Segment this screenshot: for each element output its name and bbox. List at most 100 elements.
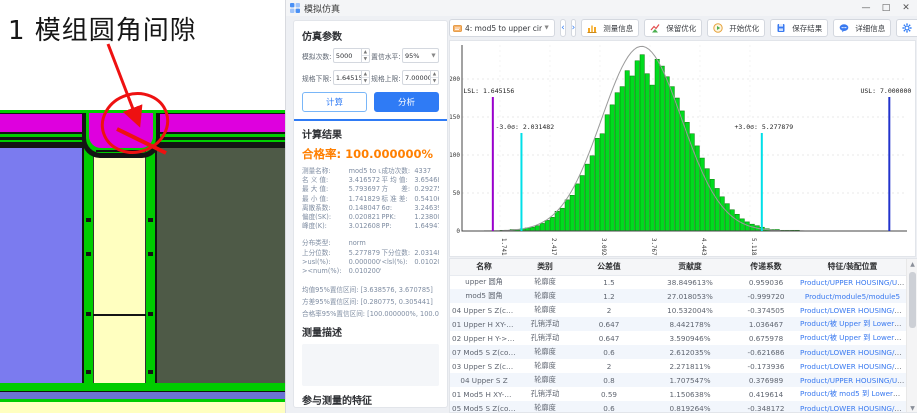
sim-count-input[interactable]: 5000 ▲ ▼ (332, 48, 370, 63)
sim-count-stepper[interactable]: ▲ ▼ (360, 49, 369, 62)
scroll-down-icon[interactable]: ▼ (907, 403, 917, 412)
stat-value: 0.000000% (348, 257, 382, 266)
table-row[interactable]: 01 Mod5 H XY->01 M... 孔销浮动 0.59 1.150638% 0.… (450, 387, 907, 401)
stat-value: 0.020821 (348, 213, 381, 222)
table-cell: 0.419614 (748, 389, 784, 399)
stat-label: 方 差: (381, 185, 411, 194)
measure-info-button[interactable]: 测量信息 (581, 19, 640, 37)
maximize-button[interactable]: □ (876, 0, 896, 16)
cad-fillet-zipper-line (96, 150, 146, 152)
table-row[interactable]: 03 Upper S Z(copy) 轮廓度 2 2.271811% -0.173936… (450, 359, 907, 373)
step-up-icon[interactable]: ▲ (361, 49, 369, 56)
y-tick-label: 100 (450, 152, 460, 159)
feature-location-link[interactable]: Product/UPPER HOUSING/UPPER HO... (800, 278, 907, 287)
feature-location-link[interactable]: Product/被 Upper 到 LowerHousing (800, 319, 907, 328)
cad-detail-tick (86, 252, 91, 256)
table-header[interactable]: 贡献度 (646, 259, 734, 276)
stat-row: 最 大 值: 5.793697方 差:0.292753 (302, 185, 439, 194)
stat-label: 偏度(SK): (302, 213, 332, 222)
step-up-icon[interactable]: ▲ (431, 71, 438, 78)
histogram-card: 0 50 100 150 200 1.741829 2.417140 3.092451 3.76… (449, 40, 916, 266)
step-down-icon[interactable]: ▼ (362, 56, 369, 62)
measure-description-input[interactable] (302, 344, 439, 387)
table-cell: 02 Upper H Y->02 Up... (452, 333, 518, 343)
stat-value: 3.012608 (348, 222, 381, 231)
table-header[interactable]: 传递系数 (734, 259, 798, 276)
keep-optimize-button[interactable]: 保留优化 (644, 19, 703, 37)
save-result-button[interactable]: 保存结果 (770, 19, 829, 37)
measurement-select[interactable]: 4: mod5 to upper cir ▼ (449, 19, 556, 37)
stat-value: 1.741829 (348, 194, 381, 203)
histogram-bar (539, 223, 545, 232)
histogram-bar (529, 226, 535, 232)
table-scrollbar[interactable]: ▲ ▼ (906, 259, 917, 412)
table-row[interactable]: 04 Upper S Z(copy) 轮廓度 2 10.532004% -0.37450… (450, 303, 907, 317)
spec-upper-input[interactable]: 7.000000▲▼ (402, 70, 439, 85)
histogram-bar (669, 86, 675, 232)
cad-viewport[interactable]: 1 模组圆角间隙 (0, 0, 285, 413)
analyze-button[interactable]: 分析 (374, 92, 439, 112)
table-row[interactable]: 02 Upper H Y->02 Up... 孔销浮动 0.647 3.590946%… (450, 331, 907, 345)
table-header[interactable]: 类别 (518, 259, 572, 276)
table-row[interactable]: mod5 圆角 轮廓度 1.2 27.018053% -0.999720 Product/… (450, 289, 907, 303)
table-cell: Product/被 Upper 到 LowerHousing (798, 317, 907, 331)
stat-row: 离散系数: 0.1480476σ: 3.246397 (302, 204, 439, 213)
scroll-up-icon[interactable]: ▲ (907, 259, 917, 270)
histogram-bar (599, 133, 605, 232)
scrollbar-thumb[interactable] (909, 272, 916, 328)
step-up-icon[interactable]: ▲ (361, 71, 369, 78)
stat-label: 最 大 值: (302, 185, 329, 194)
histogram-bar (674, 97, 680, 232)
stat-value: 0.148047 (348, 203, 381, 212)
table-cell: Product/被 Upper 到 LowerHousing (798, 331, 907, 345)
table-cell: 04 Upper S Z (460, 375, 508, 385)
step-down-icon[interactable]: ▼ (431, 78, 438, 84)
calculate-button[interactable]: 计算 (302, 92, 367, 112)
table-cell: 0.647 (598, 319, 620, 329)
feature-location-link[interactable]: Product/LOWER HOUSING/LOWER H... (800, 348, 907, 357)
minimize-button[interactable]: — (856, 0, 876, 16)
spec-lower-input[interactable]: 1.645156▲▼ (332, 70, 370, 85)
prev-measurement-button[interactable]: ‹ (560, 19, 566, 37)
start-optimize-button[interactable]: 开始优化 (707, 19, 766, 37)
feature-location-link[interactable]: Product/LOWER HOUSING/LOWER H... (800, 306, 907, 315)
step-down-icon[interactable]: ▼ (362, 78, 369, 84)
spec-upper-stepper[interactable]: ▲ ▼ (430, 71, 438, 84)
table-row[interactable]: 07 Mod5 S Z(copy) 轮廓度 0.6 2.612035% -0.62168… (450, 345, 907, 359)
table-cell: 0.6 (603, 403, 615, 413)
spec-lower-value: 1.645156 (335, 73, 361, 82)
close-button[interactable]: ✕ (896, 0, 916, 16)
spec-lower-stepper[interactable]: ▲ ▼ (360, 71, 369, 84)
stat-label: 离散系数: (302, 203, 331, 212)
table-cell: 2 (606, 361, 612, 371)
feature-location-link[interactable]: Product/被 mod5 到 LowerHousing (800, 389, 907, 398)
params-fields: 模拟次数:5000▲▼置信水平:95%▼规格下限:1.645156▲▼规格上限:… (302, 48, 439, 85)
stat-value: 0.010200% (414, 257, 439, 266)
histogram-chart[interactable]: 0 50 100 150 200 1.741829 2.417140 3.092451 3.76… (449, 41, 915, 266)
cad-detail-tick (86, 312, 91, 316)
toolbar-button-label: 保存结果 (792, 23, 823, 33)
table-header[interactable]: 特征/装配位置 (798, 259, 907, 276)
stat-row: >usl(%): 0.000000%<lsl(%): 0.010200% (302, 258, 439, 267)
settings-button[interactable]: 设置 (896, 19, 917, 37)
table-row[interactable]: 01 Upper H XY->01 U... 孔销浮动 0.647 8.442178%… (450, 317, 907, 331)
table-row[interactable]: upper 圆角 轮廓度 1.5 38.849613% 0.959036 Product/… (450, 275, 907, 289)
table-cell: 07 Mod5 S Z(copy) (452, 347, 518, 357)
feature-location-link[interactable]: Product/被 Upper 到 LowerHousing (800, 333, 907, 342)
feature-location-link[interactable]: Product/LOWER HOUSING/LOWER H... (800, 362, 907, 371)
confidence-level-select[interactable]: 95% ▼ (402, 48, 439, 63)
detail-info-button[interactable]: 详细信息 (833, 19, 892, 37)
table-header[interactable]: 名称 (450, 259, 518, 276)
table-row[interactable]: 05 Mod5 S Z(copy) 轮廓度 0.6 0.819264% -0.34817… (450, 401, 907, 413)
sim-count-value: 5000 (335, 51, 353, 60)
feature-location-link[interactable]: Product/UPPER HOUSING/UPPER HO... (800, 376, 907, 385)
x-tick-label: 3.092451 (600, 238, 606, 256)
feature-location-link[interactable]: Product/LOWER HOUSING/LOWER H... (800, 404, 907, 413)
table-header[interactable]: 公差值 (572, 259, 646, 276)
histogram-bar (634, 60, 640, 232)
feature-location-link[interactable]: Product/module5/module5 (805, 292, 900, 301)
cad-module-strip-yellow (93, 146, 146, 383)
table-cell: Product/module5/module5 (798, 289, 907, 303)
table-row[interactable]: 04 Upper S Z 轮廓度 0.8 1.707547% 0.376989 Produ… (450, 373, 907, 387)
table-cell: 2.271811% (669, 361, 711, 371)
